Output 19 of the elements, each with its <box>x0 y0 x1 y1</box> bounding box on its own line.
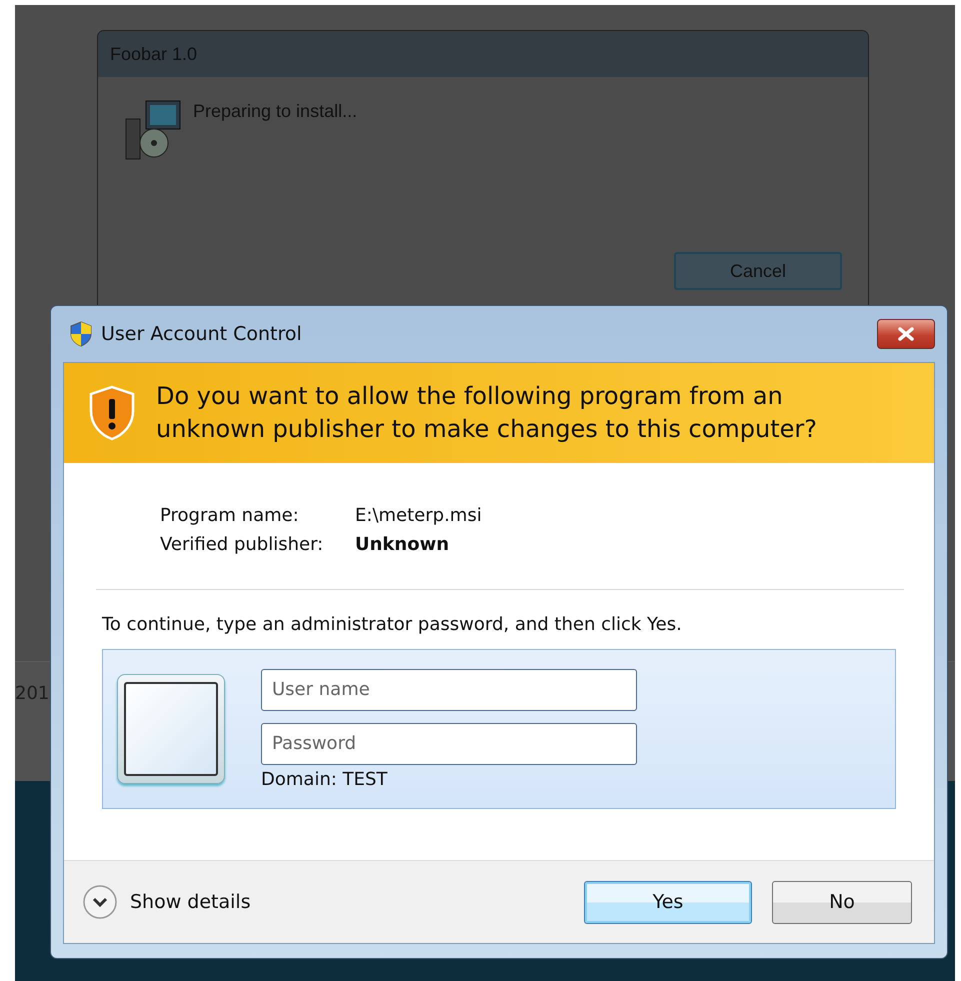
password-field[interactable]: Password <box>261 722 637 764</box>
close-icon <box>896 327 916 341</box>
show-details-button[interactable]: Show details <box>82 884 251 920</box>
warning-shield-icon <box>88 385 136 441</box>
detail-label: Verified publisher: <box>160 534 324 555</box>
window-title: User Account Control <box>101 323 302 345</box>
user-name-field[interactable]: User name <box>261 668 637 710</box>
dialog-question: Do you want to allow the following program from an unknown publisher to make changes to this computer? <box>156 381 818 445</box>
dialog-button[interactable]: No <box>772 880 912 924</box>
domain-label: Domain: TEST <box>261 768 388 790</box>
status-message: Preparing to install... <box>193 101 358 122</box>
close-button[interactable] <box>877 319 935 349</box>
detail-value: E:\meterp.msi <box>355 505 483 526</box>
detail-value: Unknown <box>355 534 450 555</box>
instruction-text: To continue, type an administrator password, and then click Yes. <box>102 614 683 635</box>
detail-label: Program name: <box>160 505 300 526</box>
shield-icon <box>69 321 93 347</box>
dialog-button[interactable]: Yes <box>584 880 752 924</box>
chevron-down-icon <box>82 884 118 920</box>
